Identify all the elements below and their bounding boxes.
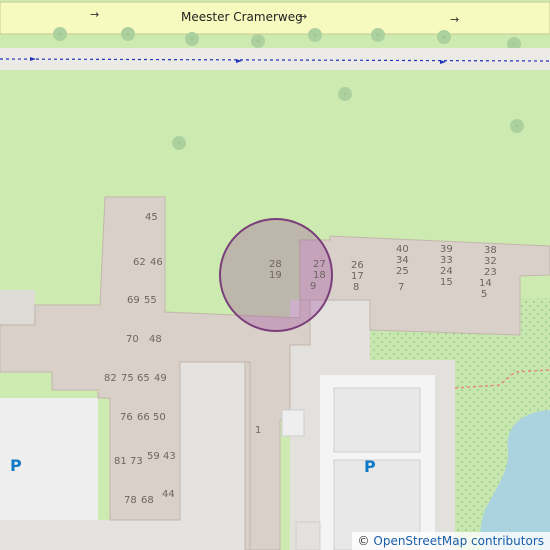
house-number: 49 [154,373,167,384]
house-number: 14 [479,278,492,289]
house-number: 44 [162,489,175,500]
house-number: 28 [269,259,282,270]
house-number: 15 [440,277,453,288]
map-attribution: © OpenStreetMap contributors [351,532,550,550]
house-number: 46 [150,257,163,268]
attribution-link[interactable]: OpenStreetMap contributors [373,534,544,548]
house-number: 48 [149,334,162,345]
house-number: 8 [353,282,360,293]
house-number: 69 [127,295,140,306]
copyright-symbol: © [357,534,370,548]
house-number: 59 [147,451,160,462]
map-view[interactable]: Meester Cramerweg → → → 45 62 46 69 55 7… [0,0,550,550]
house-number: 19 [269,270,282,281]
house-number: 43 [163,451,176,462]
house-number: 62 [133,257,146,268]
house-number: 39 [440,244,453,255]
house-number: 5 [481,289,488,300]
house-number: 32 [484,256,497,267]
house-number: 50 [153,412,166,423]
house-number: 73 [130,456,143,467]
house-number: 9 [310,281,317,292]
house-number: 17 [351,271,364,282]
house-number: 70 [126,334,139,345]
house-number: 26 [351,260,364,271]
house-number: 40 [396,244,409,255]
house-number: 66 [137,412,150,423]
house-number: 55 [144,295,157,306]
house-number: 1 [255,425,262,436]
house-number: 23 [484,267,497,278]
house-number: 82 [104,373,117,384]
parking-icon: P [10,456,22,475]
house-number: 65 [137,373,150,384]
oneway-arrow-icon: → [90,8,100,21]
oneway-arrow-icon: → [298,10,308,23]
house-number: 7 [398,282,405,293]
house-number: 78 [124,495,137,506]
building-gray-left [0,290,35,325]
house-number: 76 [120,412,133,423]
house-number: 33 [440,255,453,266]
house-number: 81 [114,456,127,467]
oneway-arrow-icon: → [450,13,460,26]
house-number: 38 [484,245,497,256]
house-number: 18 [313,270,326,281]
cycle-path [0,48,550,70]
house-number: 25 [396,266,409,277]
road-name-label: Meester Cramerweg [181,10,303,24]
house-number: 34 [396,255,409,266]
house-number: 27 [313,259,326,270]
house-number: 45 [145,212,158,223]
small-structure [281,409,305,437]
house-number: 24 [440,266,453,277]
house-number: 75 [121,373,134,384]
house-number: 68 [141,495,154,506]
parking-icon: P [364,457,376,476]
